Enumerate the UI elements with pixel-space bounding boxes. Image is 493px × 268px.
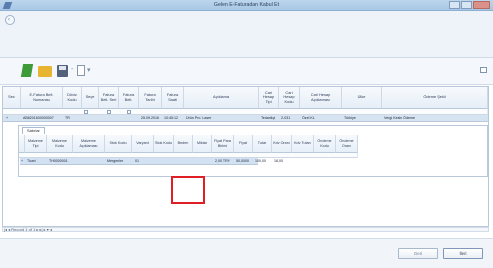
detail-subgrid: Satırlar Malzeme Tipi Malzeme Kodu Malze… (18, 125, 488, 177)
column-header[interactable]: E-Fatura Belt. Numarası (21, 87, 63, 109)
amount: 100,00 (255, 159, 266, 163)
invoice-time: 10:45:12 (164, 116, 178, 120)
column-header[interactable]: Cari Hesap Açıklaması (300, 87, 342, 109)
subgrid-column-header[interactable]: Beden (174, 135, 193, 153)
material-code: TH0000001 (49, 159, 68, 163)
currency-code: TR (65, 116, 70, 120)
filter-checkbox[interactable] (127, 110, 131, 114)
stock-code: Mergenler (107, 159, 124, 163)
column-header[interactable]: Cari Hesap Tipi (259, 87, 279, 109)
invoice-grid: Sec E-Fatura Belt. Numarası Döviz Kodu S… (2, 86, 489, 227)
excel-export-icon[interactable] (20, 64, 34, 77)
payment-method: Vergi Kesin Ödeme (384, 116, 415, 120)
tab-satirlar[interactable]: Satırlar (22, 127, 45, 134)
description: Ürün Pro. Laser (186, 116, 212, 120)
back-arrow-icon: ‹ (8, 17, 10, 23)
invoice-date: 25.09.2016 (141, 116, 159, 120)
back-button[interactable]: Geri (398, 248, 438, 259)
ribbon-area: ‹ (0, 11, 493, 58)
column-header[interactable]: Fatura Saati (162, 87, 184, 109)
minimize-button[interactable] (449, 1, 460, 9)
column-header[interactable]: Açıklama (184, 87, 259, 109)
column-header[interactable]: Fatura Tarihi (139, 87, 162, 109)
subgrid-column-header[interactable]: Fiyat Para Birimi (212, 135, 234, 153)
subgrid-row[interactable]: + Ticari TH0000001 Mergenler 01 2,00 TRY… (20, 158, 283, 165)
subgrid-column-header[interactable]: Miktar (193, 135, 212, 153)
table-row[interactable]: + AB8201600000007 TR 25.09.2016 10:45:12… (3, 115, 488, 122)
title-bar: Gelen E-Faturadan Kabul Et (0, 0, 493, 11)
account-code: 2-031 (281, 116, 291, 120)
highlight-box (171, 176, 205, 204)
subgrid-column-header[interactable]: Öndeme Kodu (314, 135, 336, 153)
subgrid-column-header[interactable]: Fiyat (234, 135, 253, 153)
column-header[interactable]: Fatura Belt. Seri (99, 87, 119, 109)
horizontal-scrollbar[interactable] (2, 227, 489, 232)
material-type: Ticari (27, 159, 36, 163)
expand-icon[interactable]: + (21, 159, 26, 164)
subgrid-column-header[interactable]: Malzeme Kodu (47, 135, 73, 153)
filter-checkbox[interactable] (84, 110, 88, 114)
price: 50,0000 (236, 159, 249, 163)
save-icon[interactable] (57, 65, 68, 77)
subgrid-column-header[interactable]: Varyant (132, 135, 154, 153)
restore-layout-icon[interactable] (480, 67, 487, 73)
column-chooser-dropdown-icon[interactable]: ▾ (87, 66, 91, 74)
maximize-button[interactable] (461, 1, 472, 9)
subgrid-column-header[interactable]: Öndeme Oranı (336, 135, 358, 153)
column-header[interactable]: Döviz Kodu (63, 87, 82, 109)
subgrid-column-header[interactable]: Stok Kodu (154, 135, 174, 153)
account-type: Tedarikçi (261, 116, 276, 120)
column-chooser-icon[interactable] (77, 65, 85, 76)
column-header[interactable]: Sec (3, 87, 21, 109)
column-header[interactable]: Ülke (342, 87, 382, 109)
column-header[interactable]: Seçe (82, 87, 99, 109)
subgrid-column-header[interactable]: Stok Kodu (105, 135, 132, 153)
record-navigator[interactable]: |◂ ◂ Record 1 of 1 ▸ ▸| ▸ ▾ ◂ (4, 227, 52, 232)
subgrid-column-header[interactable]: Kdv Tutarı (292, 135, 314, 153)
subgrid-column-header[interactable]: Tutar (253, 135, 272, 153)
column-header[interactable]: Fatura Belt. (119, 87, 139, 109)
window-title: Gelen E-Faturadan Kabul Et (213, 2, 280, 8)
column-header[interactable]: Cari Hesap Kodu (279, 87, 300, 109)
country: Türkiye (344, 116, 356, 120)
expand-icon[interactable]: + (6, 116, 12, 121)
subgrid-column-header[interactable]: Malzeme Açıklaması (73, 135, 105, 153)
back-nav-button[interactable]: ‹ (5, 15, 15, 25)
variant-cell[interactable]: 01 (135, 159, 153, 164)
toolbar: - ▾ (0, 58, 493, 85)
open-folder-icon[interactable] (38, 66, 52, 77)
filter-checkbox[interactable] (107, 110, 111, 114)
close-button[interactable] (473, 1, 490, 9)
save-dropdown-icon[interactable]: - (71, 66, 73, 73)
price-currency: 2,00 TRY (215, 159, 231, 163)
window-controls (449, 1, 490, 9)
subgrid-column-header[interactable]: Malzeme Tipi (25, 135, 47, 153)
vat-rate: 18,00 (274, 159, 283, 163)
subgrid-column-header[interactable]: Kdv Oranı (272, 135, 292, 153)
next-button[interactable]: İleri (443, 248, 483, 259)
efatura-number: AB8201600000007 (23, 116, 54, 120)
account-description: Özel KL (302, 116, 315, 120)
footer-bar: Geri İleri (0, 238, 493, 268)
column-header[interactable]: Ödeme Şekli (382, 87, 488, 109)
